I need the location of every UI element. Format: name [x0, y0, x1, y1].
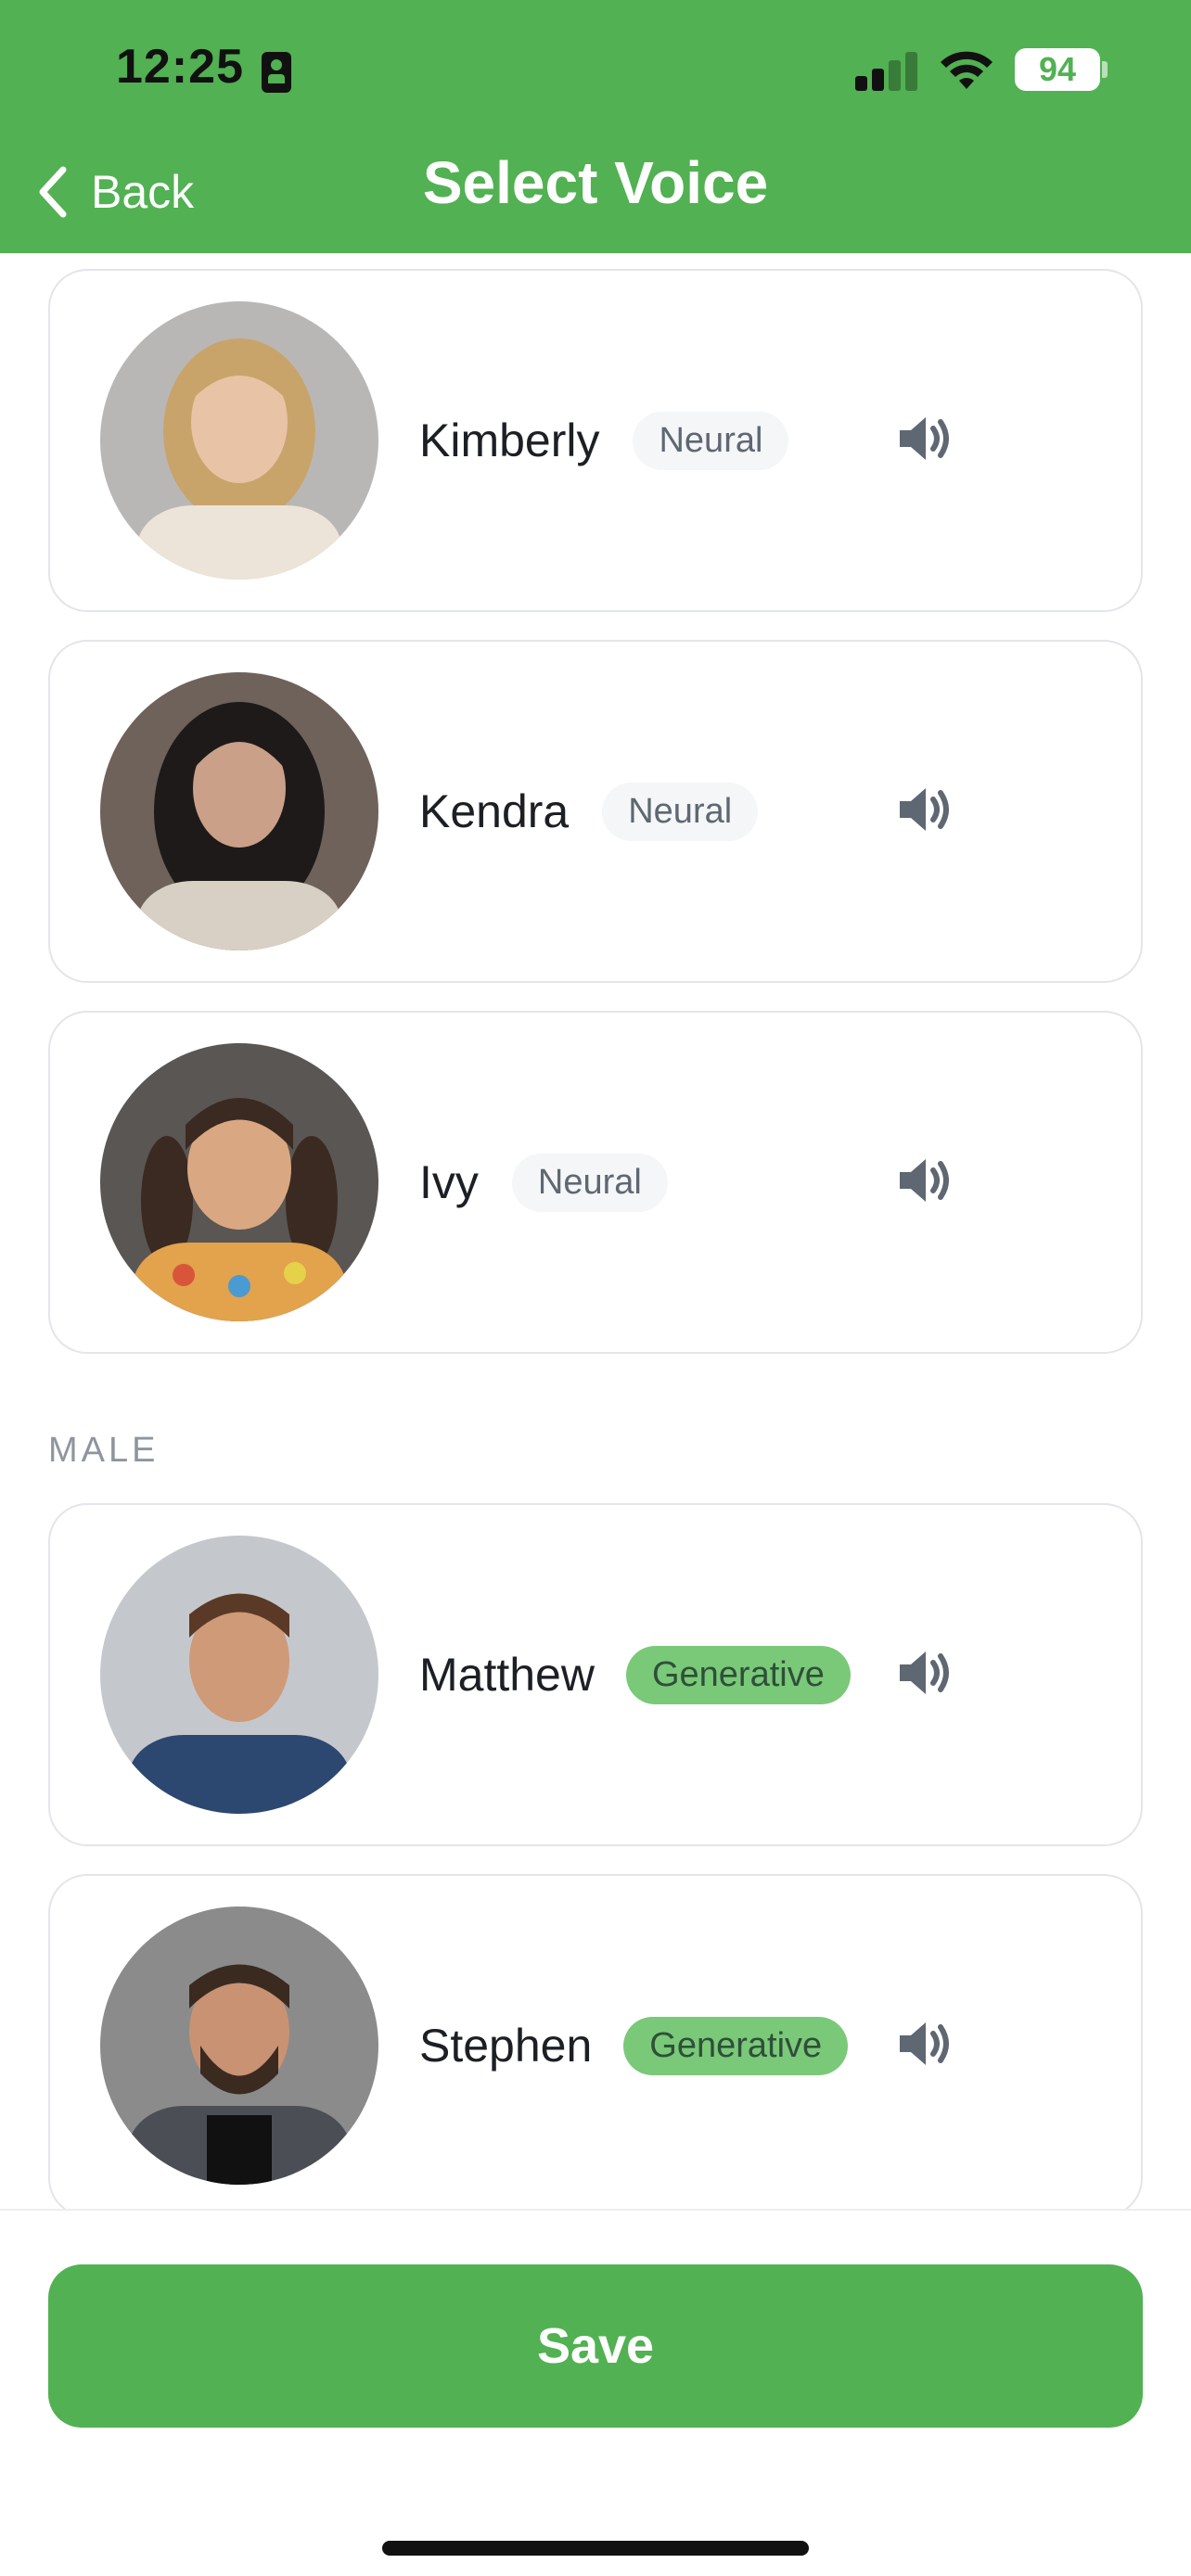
battery-icon: 94 [1015, 48, 1100, 91]
avatar-stephen [100, 1906, 378, 2185]
speaker-icon[interactable] [896, 1152, 954, 1209]
footer-divider [0, 2209, 1191, 2211]
avatar-kendra [100, 672, 378, 950]
speaker-icon[interactable] [896, 1644, 954, 1702]
voice-name-text: Stephen [419, 2020, 593, 2072]
voice-badge: Neural [633, 411, 789, 470]
voice-name-text: Ivy [419, 1156, 479, 1208]
voice-card-kimberly[interactable]: Kimberly Neural [48, 269, 1143, 612]
voice-badge: Neural [602, 782, 759, 841]
voice-card-matthew[interactable]: Matthew Generative [48, 1503, 1143, 1846]
voice-name: Ivy Neural [419, 1013, 668, 1352]
voice-list[interactable]: Kimberly Neural Kendra Neural Ivy Neural… [0, 253, 1191, 2210]
speaker-icon[interactable] [896, 781, 954, 838]
speaker-icon[interactable] [896, 410, 954, 467]
voice-name-text: Matthew [419, 1649, 595, 1701]
battery-level: 94 [1038, 50, 1077, 88]
wifi-icon [941, 51, 992, 89]
voice-name-text: Kendra [419, 785, 570, 837]
avatar-matthew [100, 1536, 378, 1814]
voice-card-kendra[interactable]: Kendra Neural [48, 640, 1143, 983]
voice-card-ivy[interactable]: Ivy Neural [48, 1011, 1143, 1354]
voice-name-text: Kimberly [419, 414, 600, 466]
status-time: 12:25 [116, 40, 244, 94]
signal-icon [855, 50, 920, 91]
voice-name: Kendra Neural [419, 642, 759, 981]
avatar-kimberly [100, 301, 378, 580]
nav-header: 12:25 94 Back Select Voice [0, 0, 1191, 253]
home-indicator[interactable] [382, 2541, 809, 2556]
voice-name: Matthew Generative [419, 1505, 851, 1844]
voice-name: Stephen Generative [419, 1876, 849, 2210]
speaker-icon[interactable] [896, 2015, 954, 2072]
id-card-icon [262, 52, 291, 93]
voice-badge: Generative [625, 1645, 851, 1704]
voice-name: Kimberly Neural [419, 271, 789, 610]
voice-card-stephen[interactable]: Stephen Generative [48, 1874, 1143, 2210]
save-button[interactable]: Save [48, 2264, 1143, 2428]
battery-nub [1102, 61, 1108, 78]
avatar-ivy [100, 1043, 378, 1321]
voice-badge: Neural [511, 1153, 668, 1212]
voice-badge: Generative [623, 2016, 849, 2075]
page-title: Select Voice [422, 149, 769, 216]
section-label-male: MALE [48, 1431, 160, 1470]
